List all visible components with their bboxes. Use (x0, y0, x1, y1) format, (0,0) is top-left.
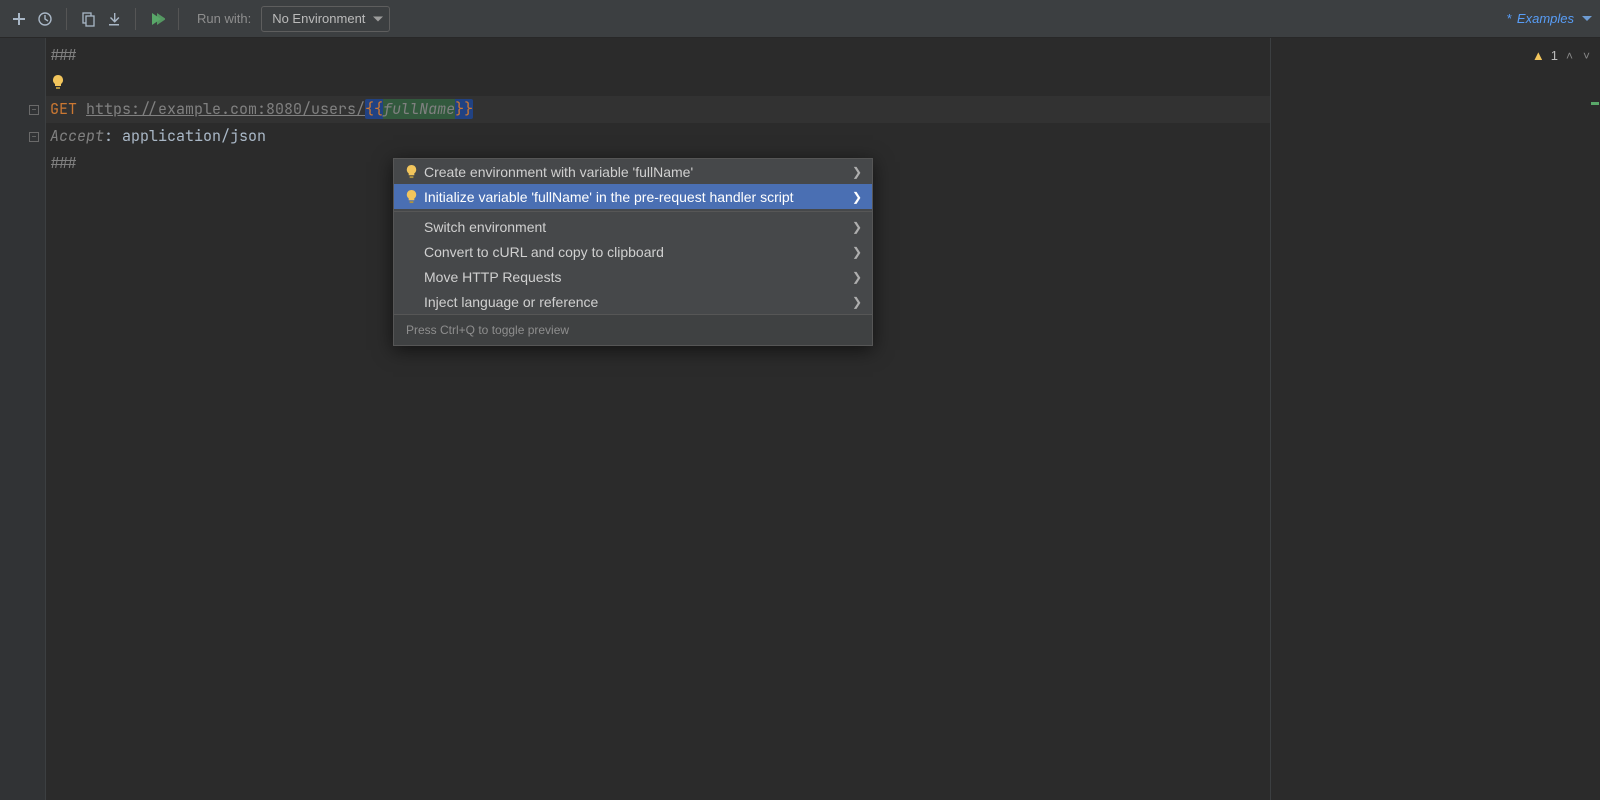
gutter-row[interactable]: − (0, 96, 45, 123)
run-all-icon[interactable] (146, 8, 168, 30)
template-variable: {{fullName}} (365, 99, 473, 119)
chevron-right-icon: ❯ (852, 220, 862, 234)
header-sep: : (104, 126, 122, 146)
request-separator: ### (50, 153, 77, 173)
run-with-label: Run with: (197, 11, 251, 26)
toolbar-separator (66, 8, 67, 30)
toolbar: Run with: No Environment * Examples (0, 0, 1600, 38)
chevron-right-icon: ❯ (852, 270, 862, 284)
add-icon[interactable] (8, 8, 30, 30)
environment-select[interactable]: No Environment (261, 6, 390, 32)
chevron-right-icon: ❯ (852, 295, 862, 309)
code-line: Accept: application/json (46, 123, 1270, 150)
intention-item-label: Initialize variable 'fullName' in the pr… (424, 189, 852, 205)
lightbulb-icon (404, 189, 424, 204)
history-icon[interactable] (34, 8, 56, 30)
gutter-row (0, 69, 45, 96)
toolbar-separator (135, 8, 136, 30)
intention-item-label: Switch environment (424, 219, 852, 235)
intention-item-init-variable[interactable]: Initialize variable 'fullName' in the pr… (394, 184, 872, 209)
lightbulb-icon[interactable] (50, 74, 68, 92)
header-value: application/json (122, 126, 266, 146)
prev-highlight-icon[interactable]: ˄ (1564, 49, 1575, 63)
popup-footer-hint: Press Ctrl+Q to toggle preview (394, 314, 872, 345)
http-method: GET (50, 99, 77, 119)
asterisk-icon: * (1507, 11, 1512, 26)
intention-item-switch-env[interactable]: Switch environment ❯ (394, 214, 872, 239)
import-icon[interactable] (103, 8, 125, 30)
examples-label: Examples (1517, 11, 1574, 26)
intention-item-create-env[interactable]: Create environment with variable 'fullNa… (394, 159, 872, 184)
intention-item-move-requests[interactable]: Move HTTP Requests ❯ (394, 264, 872, 289)
intention-item-label: Inject language or reference (424, 294, 852, 310)
warning-count: 1 (1551, 48, 1558, 63)
code-line: ### (46, 42, 1270, 69)
dropdown-caret-icon (1582, 16, 1592, 21)
inspection-widget[interactable]: ▲ 1 ˄ ˅ (1532, 48, 1592, 63)
toolbar-separator (178, 8, 179, 30)
gutter-row (0, 150, 45, 177)
popup-separator (394, 211, 872, 212)
request-separator: ### (50, 45, 77, 65)
chevron-right-icon: ❯ (852, 190, 862, 204)
intention-item-label: Create environment with variable 'fullNa… (424, 164, 852, 180)
fold-icon[interactable]: − (29, 105, 39, 115)
request-url: https://example.com:8080/users/ (86, 99, 365, 119)
header-name: Accept (50, 126, 104, 146)
gutter: − − (0, 38, 46, 800)
intention-item-label: Convert to cURL and copy to clipboard (424, 244, 852, 260)
editor-area: − − ### GET https://example.com:8080/use… (0, 38, 1600, 800)
gutter-row (0, 42, 45, 69)
marker-strip (1588, 38, 1600, 800)
intention-item-label: Move HTTP Requests (424, 269, 852, 285)
intention-item-convert-curl[interactable]: Convert to cURL and copy to clipboard ❯ (394, 239, 872, 264)
environment-select-value: No Environment (272, 11, 365, 26)
code-line (46, 69, 1270, 96)
code-editor[interactable]: ### GET https://example.com:8080/users/{… (46, 38, 1270, 800)
gutter-row[interactable]: − (0, 123, 45, 150)
intention-popup: Create environment with variable 'fullNa… (393, 158, 873, 346)
copy-icon[interactable] (77, 8, 99, 30)
intention-item-inject-language[interactable]: Inject language or reference ❯ (394, 289, 872, 314)
warning-icon: ▲ (1532, 48, 1545, 63)
right-rail: ▲ 1 ˄ ˅ (1270, 38, 1600, 800)
editor-marker[interactable] (1591, 102, 1599, 105)
chevron-right-icon: ❯ (852, 165, 862, 179)
chevron-right-icon: ❯ (852, 245, 862, 259)
dropdown-caret-icon (373, 16, 383, 21)
examples-dropdown[interactable]: * Examples (1507, 11, 1592, 26)
lightbulb-icon (404, 164, 424, 179)
fold-icon[interactable]: − (29, 132, 39, 142)
